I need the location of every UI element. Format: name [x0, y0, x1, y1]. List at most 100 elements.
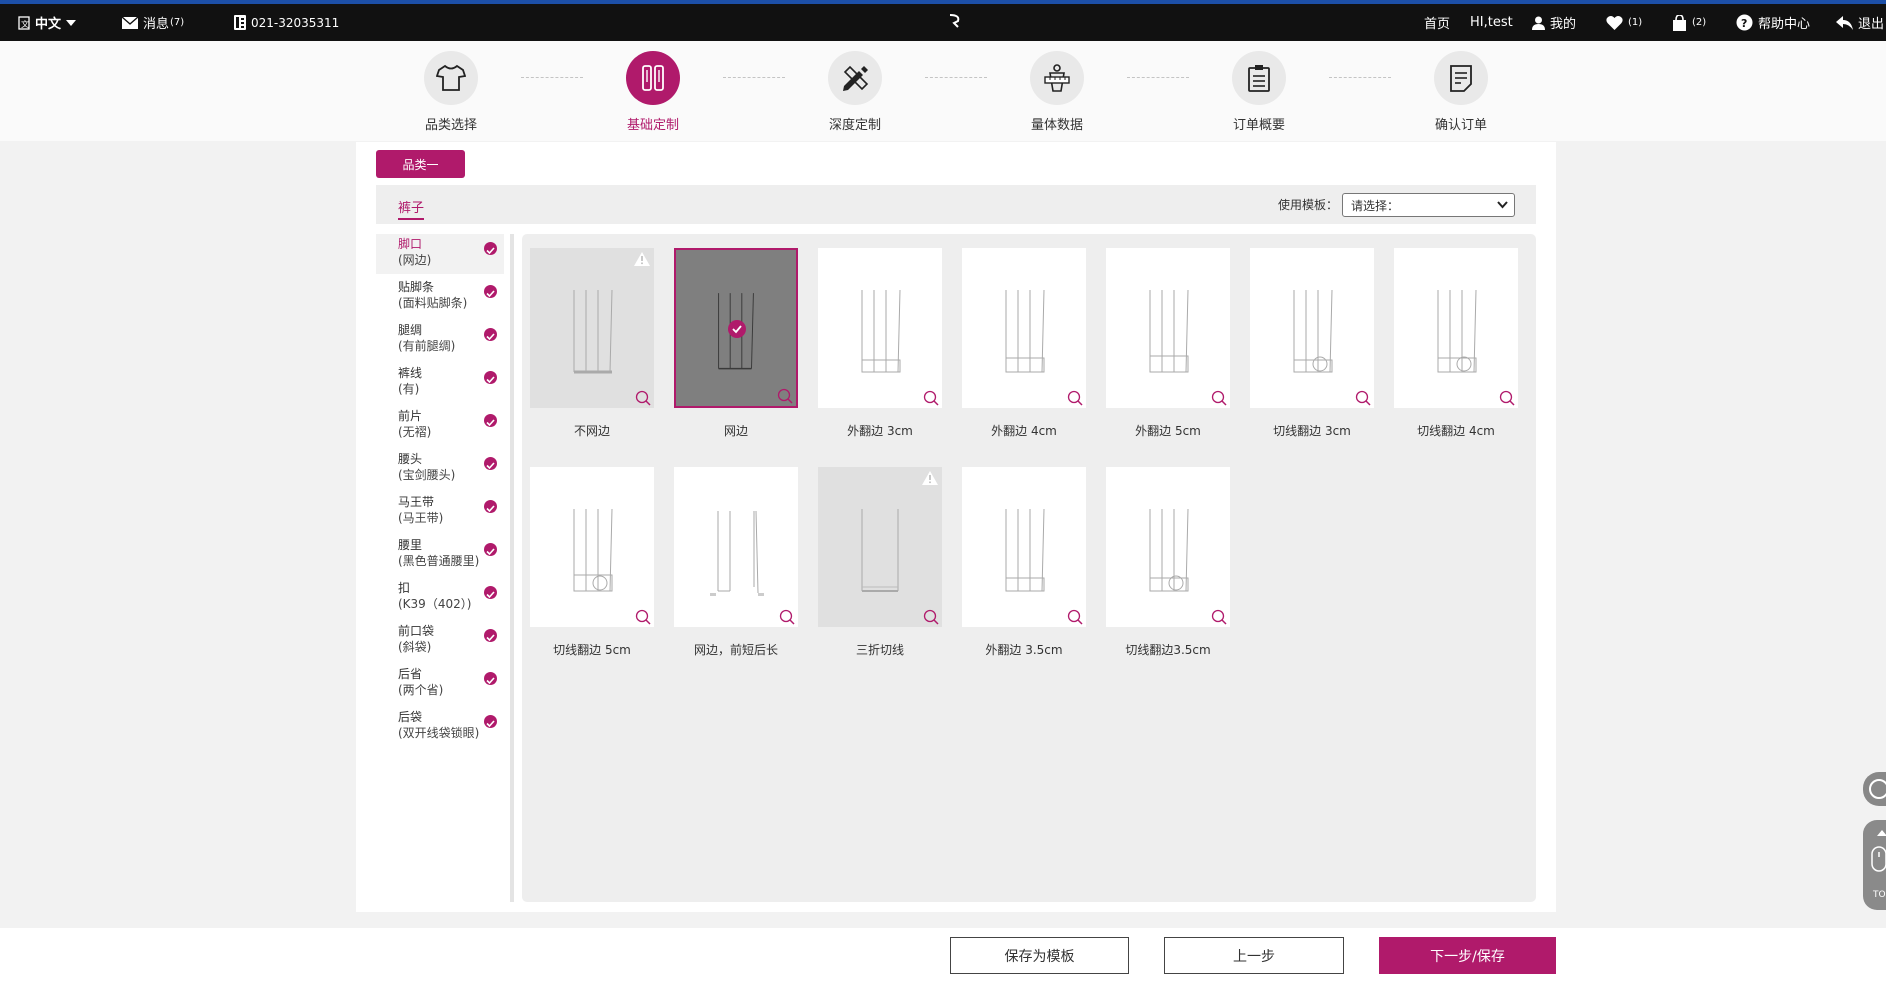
- save-template-button[interactable]: 保存为模板: [950, 937, 1129, 974]
- messages-label: 消息: [143, 17, 170, 32]
- home-link[interactable]: 首页: [1424, 4, 1450, 41]
- zoom-icon[interactable]: [1067, 609, 1083, 625]
- option-image: [674, 467, 798, 627]
- zoom-icon[interactable]: [779, 609, 795, 625]
- sidebar-item-back-pocket[interactable]: 后袋 (双开线袋锁眼): [376, 707, 504, 747]
- zoom-icon[interactable]: [1211, 609, 1227, 625]
- sidebar-item-value: (马王带): [398, 511, 444, 525]
- step-category[interactable]: 品类选择: [391, 51, 511, 133]
- step-circle: [626, 51, 680, 105]
- logo-icon: [949, 14, 960, 28]
- sidebar-item-waistband[interactable]: 腰头 (宝剑腰头): [376, 449, 504, 489]
- option-card[interactable]: 切线翻边 3cm: [1250, 248, 1374, 439]
- pants-hem-illustration: [1005, 289, 1045, 373]
- option-card[interactable]: 网边: [674, 248, 798, 439]
- clipboard-icon: [1248, 65, 1270, 92]
- option-sidebar: 脚口 (网边) 贴脚条 (面料贴脚条) 腿绸 (有前腿绸) 裤线 (有) 前片 (无褶) …: [376, 234, 504, 904]
- help-label: 帮助中心: [1758, 17, 1811, 32]
- zoom-icon[interactable]: [777, 388, 793, 404]
- zoom-icon[interactable]: [923, 609, 939, 625]
- favorites-link[interactable]: (1): [1606, 4, 1642, 41]
- sidebar-item-crease[interactable]: 裤线 (有): [376, 363, 504, 403]
- zoom-icon[interactable]: [1499, 390, 1515, 406]
- chevron-down-icon: [1497, 201, 1508, 209]
- check-icon: [484, 586, 497, 599]
- sidebar-item-front-panel[interactable]: 前片 (无褶): [376, 406, 504, 446]
- sidebar-item-title: 腰头: [398, 452, 423, 466]
- tab-bar: 裤子 使用模板： 请选择：: [376, 185, 1536, 224]
- option-label: 网边: [723, 424, 748, 438]
- user-link[interactable]: HI,test: [1470, 4, 1513, 41]
- option-card[interactable]: 不网边: [530, 248, 654, 439]
- sidebar-item-value: (宝剑腰头): [398, 468, 456, 482]
- step-label: 品类选择: [424, 118, 477, 133]
- zoom-icon[interactable]: [1067, 390, 1083, 406]
- zoom-icon[interactable]: [635, 390, 651, 406]
- option-card[interactable]: 切线翻边 5cm: [530, 467, 654, 658]
- step-measurements[interactable]: 量体数据: [997, 51, 1117, 133]
- sidebar-item-front-pocket[interactable]: 前口袋 (斜袋): [376, 621, 504, 661]
- option-card[interactable]: 网边，前短后长: [674, 467, 798, 658]
- zoom-icon[interactable]: [635, 609, 651, 625]
- sidebar-item-value: (两个省): [398, 683, 444, 697]
- option-label: 三折切线: [855, 643, 904, 657]
- scroll-top-label: TO: [1873, 890, 1886, 900]
- step-order-summary[interactable]: 订单概要: [1199, 51, 1319, 133]
- option-card[interactable]: 外翻边 5cm: [1106, 248, 1230, 439]
- pants-hem-illustration: [861, 509, 899, 592]
- pants-hem-illustration: [710, 510, 764, 596]
- bottom-bar: [0, 928, 1886, 981]
- check-icon: [484, 328, 497, 341]
- cart-link[interactable]: (2): [1672, 4, 1706, 41]
- scroll-top-float[interactable]: TO: [1863, 820, 1886, 910]
- zoom-icon[interactable]: [923, 390, 939, 406]
- sidebar-item-title: 脚口: [398, 237, 423, 251]
- option-card[interactable]: 切线翻边 4cm: [1394, 248, 1518, 439]
- mine-link[interactable]: 我的: [1532, 4, 1576, 41]
- tab-pants[interactable]: 裤子: [398, 197, 425, 220]
- option-card[interactable]: 三折切线: [818, 467, 942, 658]
- step-label: 深度定制: [828, 118, 881, 133]
- option-card[interactable]: 外翻边 3.5cm: [962, 467, 1086, 658]
- sidebar-item-hem[interactable]: 脚口 (网边): [376, 234, 504, 274]
- option-label: 切线翻边3.5cm: [1125, 643, 1211, 657]
- step-confirm-order[interactable]: 确认订单: [1401, 51, 1521, 133]
- previous-step-button[interactable]: 上一步: [1164, 937, 1344, 974]
- zoom-icon[interactable]: [1355, 390, 1371, 406]
- option-card[interactable]: 切线翻边3.5cm: [1106, 467, 1230, 658]
- sidebar-item-hem-tape[interactable]: 贴脚条 (面料贴脚条): [376, 277, 504, 317]
- logout-link[interactable]: 退出: [1836, 4, 1884, 41]
- customer-service-float[interactable]: [1863, 772, 1886, 806]
- category-button[interactable]: 品类一: [376, 150, 465, 178]
- sidebar-item-waist-lining[interactable]: 腰里 (黑色普通腰里): [376, 535, 504, 575]
- sidebar-item-button[interactable]: 扣 (K39（402）): [376, 578, 504, 618]
- phone-number: 021-32035311: [251, 15, 340, 30]
- help-link[interactable]: ? 帮助中心: [1736, 4, 1810, 41]
- language-switch[interactable]: 文 中文: [18, 4, 77, 41]
- sidebar-item-leg-lining[interactable]: 腿绸 (有前腿绸): [376, 320, 504, 360]
- shopping-bag-icon: [1673, 14, 1686, 31]
- cart-count: (2): [1692, 17, 1707, 28]
- step-circle: [1434, 51, 1488, 105]
- option-label: 外翻边 4cm: [991, 424, 1057, 438]
- template-label: 使用模板：: [1278, 198, 1339, 212]
- sidebar-item-back-dart[interactable]: 后省 (两个省): [376, 664, 504, 704]
- sidebar-item-waist-tab[interactable]: 马王带 (马王带): [376, 492, 504, 532]
- option-card[interactable]: 外翻边 4cm: [962, 248, 1086, 439]
- option-card[interactable]: 外翻边 3cm: [818, 248, 942, 439]
- logout-label: 退出: [1858, 17, 1885, 32]
- zoom-icon[interactable]: [1211, 390, 1227, 406]
- site-logo[interactable]: [946, 12, 964, 34]
- check-icon: [484, 672, 497, 685]
- template-select[interactable]: 请选择：: [1342, 193, 1515, 217]
- sidebar-divider: [510, 234, 514, 902]
- pants-hem-illustration: [573, 508, 613, 592]
- option-image: [962, 467, 1086, 627]
- next-step-save-button[interactable]: 下一步/保存: [1379, 937, 1556, 974]
- check-icon: [484, 414, 497, 427]
- step-basic-custom[interactable]: 基础定制: [593, 51, 713, 133]
- step-deep-custom[interactable]: 深度定制: [795, 51, 915, 133]
- option-label: 不网边: [573, 424, 610, 438]
- messages-link[interactable]: 消息 (7): [122, 4, 184, 41]
- option-image: [1106, 248, 1230, 408]
